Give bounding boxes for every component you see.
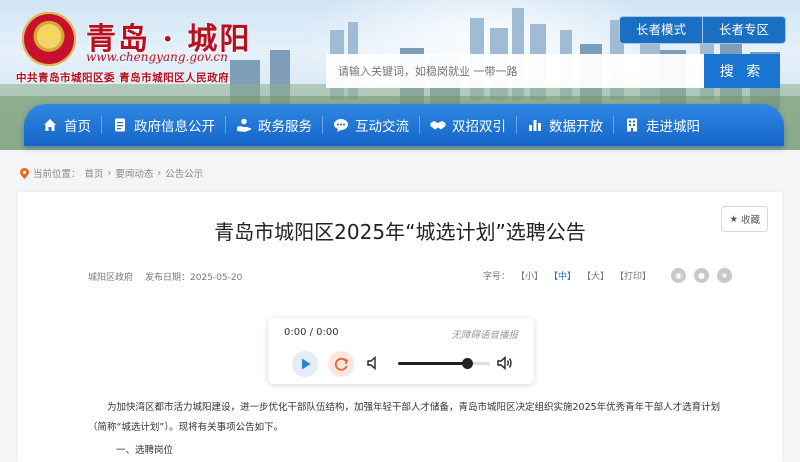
bar-chart-icon xyxy=(529,120,541,131)
wechat-share-icon[interactable]: ● xyxy=(694,268,709,283)
volume-low-icon[interactable] xyxy=(366,355,382,371)
article-date: 2025-05-20 xyxy=(190,273,243,283)
breadcrumb-prefix: 当前位置： xyxy=(33,169,81,180)
nav-item-gov-info[interactable]: 政府信息公开 xyxy=(102,104,225,146)
font-size-small[interactable]: 【小】 xyxy=(516,269,543,282)
building-icon xyxy=(627,118,637,132)
article-source: 城阳区政府 xyxy=(88,273,134,283)
font-size-large[interactable]: 【大】 xyxy=(582,269,609,282)
play-icon xyxy=(302,358,311,370)
search-bar: 搜 索 xyxy=(326,54,780,88)
nav-item-label: 数据开放 xyxy=(549,119,603,135)
play-button[interactable] xyxy=(292,351,318,377)
location-pin-icon xyxy=(20,167,29,179)
volume-high-icon[interactable] xyxy=(496,355,514,371)
share-icons: ◉ ● ★ xyxy=(671,268,732,283)
weibo-share-icon[interactable]: ◉ xyxy=(671,268,686,283)
nav-item-gov-service[interactable]: 政务服务 xyxy=(226,104,322,146)
breadcrumb-link-news[interactable]: 要闻动态 xyxy=(115,166,153,180)
article-card: ★ 收藏 青岛市城阳区2025年“城选计划”选聘公告 城阳区政府 发布日期：20… xyxy=(18,192,782,462)
nav-item-open-data[interactable]: 数据开放 xyxy=(517,104,613,146)
elder-mode-button[interactable]: 长者模式 xyxy=(618,16,703,44)
article-paragraph: 为加快湾区都市活力城阳建设，进一步优化干部队伍结构，加强年轻干部人才储备，青岛市… xyxy=(88,402,721,433)
nav-item-interaction[interactable]: 互动交流 xyxy=(323,104,419,146)
top-button-group: 长者模式 长者专区 xyxy=(618,16,786,44)
print-link[interactable]: 【打印】 xyxy=(615,269,651,282)
breadcrumb-link-notices[interactable]: 公告公示 xyxy=(165,166,203,180)
player-note: 无障碍语音播报 xyxy=(451,330,518,341)
nav-item-home[interactable]: 首页 xyxy=(32,104,101,146)
elder-zone-button[interactable]: 长者专区 xyxy=(702,16,786,44)
volume-slider[interactable] xyxy=(398,358,490,369)
breadcrumb: 当前位置： 首页 › 要闻动态 › 公告公示 xyxy=(20,166,203,180)
article-date-wrap: 发布日期：2025-05-20 xyxy=(145,270,242,283)
nav-item-about-chengyang[interactable]: 走进城阳 xyxy=(614,104,710,146)
article-title: 青岛市城阳区2025年“城选计划”选聘公告 xyxy=(214,220,586,244)
breadcrumb-separator: › xyxy=(157,167,162,179)
replay-button[interactable] xyxy=(328,351,354,377)
site-organization: 中共青岛市城阳区委 青岛市城阳区人民政府 xyxy=(16,72,230,84)
star-share-icon[interactable]: ★ xyxy=(717,268,732,283)
nav-item-investment[interactable]: 双招双引 xyxy=(420,104,516,146)
nav-item-label: 政务服务 xyxy=(258,119,312,135)
search-input[interactable] xyxy=(326,54,704,88)
font-size-label: 字号： xyxy=(482,272,510,282)
main-nav: 首页 政府信息公开 政务服务 互动交流 双招双引 数据开放 走进城阳 xyxy=(24,104,784,146)
article-meta: 城阳区政府 发布日期：2025-05-20 xyxy=(88,270,242,283)
nav-item-label: 首页 xyxy=(64,119,91,135)
font-size-controls: 字号： 【小】 【中】 【大】 【打印】 ◉ ● ★ xyxy=(483,268,732,283)
nav-item-label: 双招双引 xyxy=(452,119,506,135)
nav-item-label: 互动交流 xyxy=(355,119,409,135)
refresh-icon xyxy=(334,357,349,371)
document-icon xyxy=(115,118,125,132)
date-label: 发布日期： xyxy=(145,273,191,283)
search-button[interactable]: 搜 索 xyxy=(704,54,780,88)
home-icon xyxy=(44,119,56,131)
audio-player: 0:00 / 0:00 无障碍语音播报 xyxy=(268,318,534,384)
volume-fill xyxy=(398,362,467,365)
handshake-icon xyxy=(430,121,446,130)
chat-icon xyxy=(334,119,348,132)
article-section-heading: 一、选聘岗位 xyxy=(116,445,174,456)
font-size-medium[interactable]: 【中】 xyxy=(549,269,576,282)
national-emblem-logo xyxy=(22,12,76,66)
volume-knob[interactable] xyxy=(462,358,473,369)
player-time: 0:00 / 0:00 xyxy=(284,327,339,338)
breadcrumb-link-home[interactable]: 首页 xyxy=(85,166,104,180)
nav-item-label: 走进城阳 xyxy=(646,119,700,135)
nav-item-label: 政府信息公开 xyxy=(134,119,215,135)
hand-service-icon xyxy=(237,118,252,132)
breadcrumb-separator: › xyxy=(107,167,112,179)
site-url: www.chengyang.gov.cn xyxy=(86,50,228,64)
